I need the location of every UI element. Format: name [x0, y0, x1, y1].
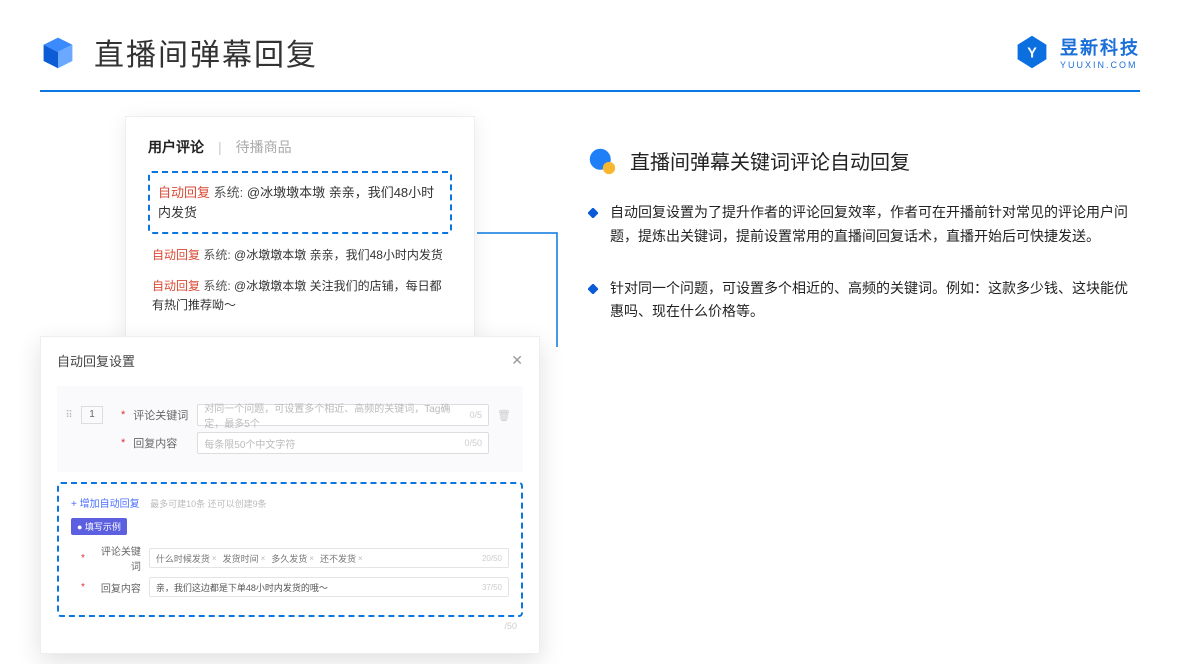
add-row: + 增加自动回复 最多可建10条 还可以创建9条 — [71, 494, 509, 512]
settings-title: 自动回复设置 — [57, 351, 135, 370]
example-content-label: 回复内容 — [93, 580, 141, 595]
cube-icon — [40, 34, 76, 70]
settings-dialog: 自动回复设置 ✕ ⠿ 1 * 评论关键词 对同一个问题，可设置多个相近、高频的关… — [40, 336, 540, 654]
example-content-value: 亲，我们这边都是下单48小时内发货的哦～ — [156, 581, 328, 594]
order-number: 1 — [81, 406, 103, 424]
tag-item: 多久发货× — [271, 552, 314, 565]
tag-item: 还不发货× — [320, 552, 363, 565]
comments-card: 用户评论 | 待播商品 自动回复 系统: @冰墩墩本墩 亲亲，我们48小时内发货… — [125, 116, 475, 349]
example-badge: ● 填写示例 — [71, 518, 127, 535]
trailing-counter: /50 — [57, 617, 523, 631]
comment-text: @冰墩墩本墩 亲亲，我们48小时内发货 — [234, 248, 443, 262]
bullet-text: 针对同一个问题，可设置多个相近的、高频的关键词。例如：这款多少钱、这块能优惠吗、… — [610, 277, 1140, 325]
brand-sub: YUUXIN.COM — [1060, 60, 1140, 70]
tab-separator: | — [218, 139, 222, 155]
example-section: + 增加自动回复 最多可建10条 还可以创建9条 ● 填写示例 * 评论关键词 … — [57, 482, 523, 617]
highlighted-comment: 自动回复 系统: @冰墩墩本墩 亲亲，我们48小时内发货 — [148, 171, 452, 234]
required-mark: * — [81, 553, 85, 564]
example-content-input[interactable]: 亲，我们这边都是下单48小时内发货的哦～ 37/50 — [149, 577, 509, 597]
diamond-bullet-icon — [588, 284, 598, 294]
content-area: 用户评论 | 待播商品 自动回复 系统: @冰墩墩本墩 亲亲，我们48小时内发货… — [0, 116, 1180, 352]
chat-bubble-icon — [588, 147, 616, 175]
add-note: 最多可建10条 还可以创建9条 — [150, 499, 267, 509]
bullet-item: 自动回复设置为了提升作者的评论回复效率，作者可在开播前针对常见的评论用户问题，提… — [588, 201, 1140, 249]
system-label: 系统: — [214, 185, 244, 200]
section-header: 直播间弹幕关键词评论自动回复 — [588, 146, 1140, 175]
close-icon[interactable]: ✕ — [511, 352, 523, 369]
add-auto-reply-link[interactable]: + 增加自动回复 — [71, 499, 140, 510]
keyword-counter: 0/5 — [469, 410, 482, 420]
tag-item: 什么时候发货× — [156, 552, 217, 565]
auto-reply-tag: 自动回复 — [152, 279, 200, 293]
tab-pending-products[interactable]: 待播商品 — [236, 137, 292, 157]
svg-text:Y: Y — [1027, 45, 1037, 61]
content-row: * 回复内容 每条限50个中文字符 0/50 — [65, 432, 511, 454]
comment-row: 自动回复 系统: @冰墩墩本墩 亲亲，我们48小时内发货 — [148, 246, 452, 265]
example-keyword-label: 评论关键词 — [93, 543, 141, 573]
content-placeholder: 每条限50个中文字符 — [204, 436, 295, 451]
comment-row: 自动回复 系统: @冰墩墩本墩 关注我们的店铺，每日都有热门推荐呦～ — [148, 277, 452, 315]
example-keyword-input[interactable]: 什么时候发货× 发货时间× 多久发货× 还不发货× 20/50 — [149, 548, 509, 568]
example-content-row: * 回复内容 亲，我们这边都是下单48小时内发货的哦～ 37/50 — [71, 577, 509, 597]
left-column: 用户评论 | 待播商品 自动回复 系统: @冰墩墩本墩 亲亲，我们48小时内发货… — [40, 116, 540, 352]
title-area: 直播间弹幕回复 — [40, 30, 318, 74]
keyword-row: ⠿ 1 * 评论关键词 对同一个问题，可设置多个相近、高频的关键词，Tag确定，… — [65, 404, 511, 426]
tab-user-comments[interactable]: 用户评论 — [148, 137, 204, 157]
content-input[interactable]: 每条限50个中文字符 0/50 — [197, 432, 489, 454]
tabs-row: 用户评论 | 待播商品 — [148, 137, 452, 157]
example-content-counter: 37/50 — [482, 583, 502, 592]
required-mark: * — [121, 437, 125, 449]
connector-line — [477, 215, 562, 347]
brand-name: 昱新科技 — [1060, 34, 1140, 60]
brand-text: 昱新科技 YUUXIN.COM — [1060, 34, 1140, 70]
required-mark: * — [81, 582, 85, 593]
bullet-item: 针对同一个问题，可设置多个相近的、高频的关键词。例如：这款多少钱、这块能优惠吗、… — [588, 277, 1140, 325]
page-header: 直播间弹幕回复 Y 昱新科技 YUUXIN.COM — [0, 0, 1180, 90]
header-divider — [40, 90, 1140, 92]
tag-list: 什么时候发货× 发货时间× 多久发货× 还不发货× — [156, 552, 363, 565]
right-column: 直播间弹幕关键词评论自动回复 自动回复设置为了提升作者的评论回复效率，作者可在开… — [588, 116, 1140, 352]
brand-logo: Y 昱新科技 YUUXIN.COM — [1014, 34, 1140, 70]
keyword-input[interactable]: 对同一个问题，可设置多个相近、高频的关键词，Tag确定，最多5个 0/5 — [197, 404, 489, 426]
example-keyword-row: * 评论关键词 什么时候发货× 发货时间× 多久发货× 还不发货× 20/50 — [71, 543, 509, 573]
system-label: 系统: — [203, 279, 230, 293]
section-title: 直播间弹幕关键词评论自动回复 — [630, 146, 910, 175]
system-label: 系统: — [203, 248, 230, 262]
tag-item: 发货时间× — [223, 552, 266, 565]
brand-logo-icon: Y — [1014, 34, 1050, 70]
auto-reply-tag: 自动回复 — [158, 185, 210, 200]
settings-header: 自动回复设置 ✕ — [57, 351, 523, 380]
auto-reply-tag: 自动回复 — [152, 248, 200, 262]
form-section: ⠿ 1 * 评论关键词 对同一个问题，可设置多个相近、高频的关键词，Tag确定，… — [57, 386, 523, 472]
bullet-text: 自动回复设置为了提升作者的评论回复效率，作者可在开播前针对常见的评论用户问题，提… — [610, 201, 1140, 249]
keyword-placeholder: 对同一个问题，可设置多个相近、高频的关键词，Tag确定，最多5个 — [204, 400, 469, 430]
content-label: 回复内容 — [133, 435, 189, 451]
content-counter: 0/50 — [464, 438, 482, 448]
page-title: 直播间弹幕回复 — [94, 30, 318, 74]
required-mark: * — [121, 409, 125, 421]
keyword-label: 评论关键词 — [133, 407, 189, 423]
delete-icon[interactable]: 🗑 — [497, 409, 511, 422]
example-keyword-counter: 20/50 — [482, 554, 502, 563]
drag-handle-icon[interactable]: ⠿ — [65, 410, 73, 421]
diamond-bullet-icon — [588, 208, 598, 218]
